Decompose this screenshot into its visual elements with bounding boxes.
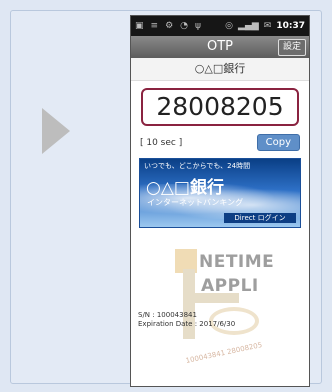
bank-banner[interactable]: いつでも、どこからでも、24時間 ○△□銀行 インターネットバンキング Dire… xyxy=(139,158,301,228)
expiration-date: Expiration Date : 2017/6/30 xyxy=(138,320,236,328)
mail-icon: ✉ xyxy=(263,21,272,31)
timer-text: [ 10 sec ] xyxy=(140,137,183,148)
signal-icon: ▂▄▆ xyxy=(238,21,259,31)
banner-service: インターネットバンキング xyxy=(147,198,244,207)
bank-name: ○△□銀行 xyxy=(194,62,246,75)
timer-row: [ 10 sec ] Copy xyxy=(131,134,309,151)
otp-code: 28008205 xyxy=(156,92,284,121)
play-arrow-icon xyxy=(42,108,70,154)
banner-bank-name: ○△□銀行 xyxy=(146,178,224,198)
netime-appli-logo: NETIME APPLI xyxy=(175,249,297,345)
app-title: OTP xyxy=(206,39,233,54)
copy-button[interactable]: Copy xyxy=(256,134,300,151)
status-bar: ▣ ≡ ⚙ ◔ ψ ◎ ▂▄▆ ✉ 10:37 xyxy=(131,16,309,36)
device-info: S/N : 100043841 Expiration Date : 2017/6… xyxy=(138,311,235,329)
otp-code-display: 28008205 xyxy=(141,88,299,126)
app-title-bar: OTP 設定 xyxy=(131,36,309,58)
wifi-icon: ◔ xyxy=(180,21,188,31)
direct-login-button[interactable]: Direct ログイン xyxy=(224,213,296,223)
phone-screen: ▣ ≡ ⚙ ◔ ψ ◎ ▂▄▆ ✉ 10:37 OTP 設定 ○△□銀行 280… xyxy=(130,15,310,387)
status-icons-right: ◎ ▂▄▆ ✉ 10:37 xyxy=(225,21,305,31)
banner-tagline: いつでも、どこからでも、24時間 xyxy=(144,162,251,170)
logo-netime: NETIME xyxy=(199,252,275,272)
serial-number: S/N : 100043841 xyxy=(138,311,197,319)
bars-icon: ≡ xyxy=(150,21,159,31)
logo-appli: APPLI xyxy=(201,276,259,296)
bank-name-bar: ○△□銀行 xyxy=(131,58,309,81)
window-icon: ▣ xyxy=(135,21,144,31)
settings-button[interactable]: 設定 xyxy=(277,39,306,56)
usb-icon: ψ xyxy=(195,21,201,31)
gear-icon: ⚙ xyxy=(165,21,174,31)
status-icons-left: ▣ ≡ ⚙ ◔ ψ xyxy=(135,21,201,31)
sync-icon: ◎ xyxy=(225,21,234,31)
clock: 10:37 xyxy=(276,21,305,31)
